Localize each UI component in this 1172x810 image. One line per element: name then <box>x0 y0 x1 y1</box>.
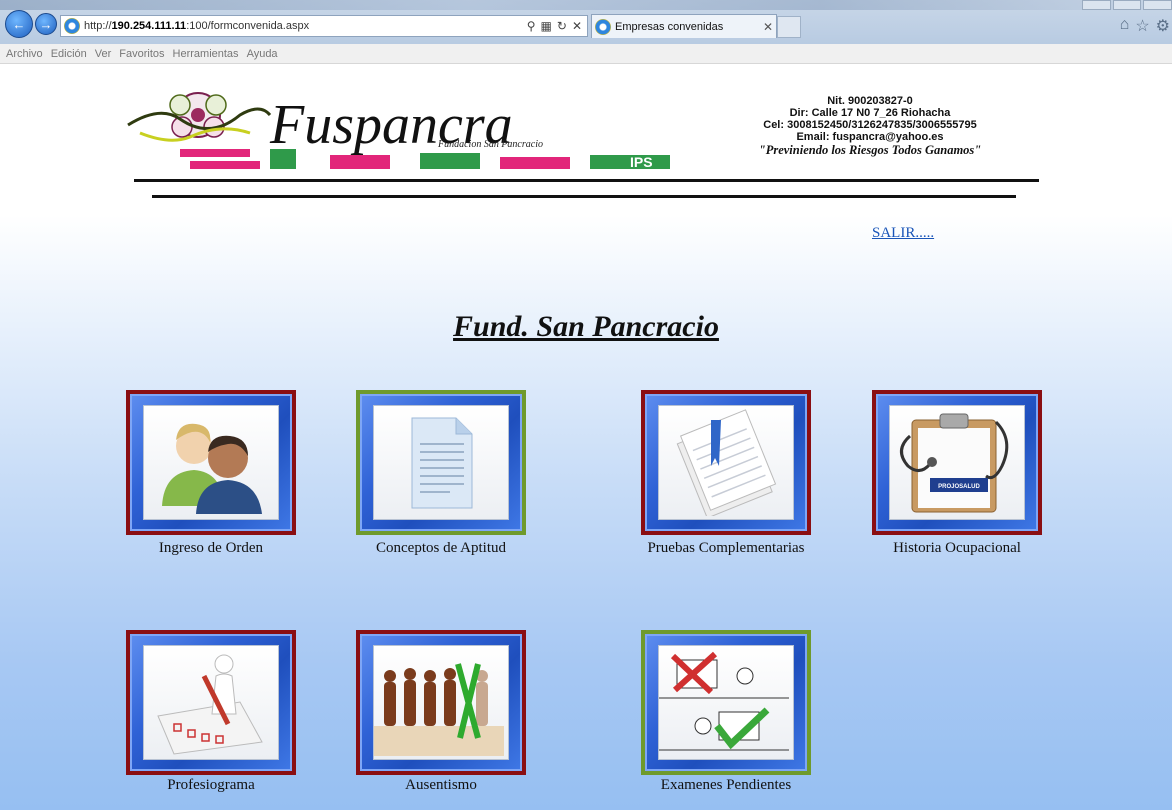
toolbar-right-icons: ⌂ ☆ ⚙ <box>1120 16 1170 36</box>
rosette-emblem <box>127 92 272 142</box>
url-host: 190.254.111.11 <box>111 20 187 32</box>
tab-label: Empresas convenidas <box>615 20 724 33</box>
motto-text: "Previniendo los Riesgos Todos Ganamos" <box>758 143 982 157</box>
tile-historia-ocupacional[interactable]: PROJOSALUD <box>872 390 1042 535</box>
tile-ingreso-de-orden[interactable] <box>126 390 296 535</box>
notes-icon <box>676 409 777 516</box>
address-tools: ⚲ ▦ ↻ ✕ <box>527 19 587 33</box>
close-window-button[interactable] <box>1143 0 1172 10</box>
gear-icon[interactable]: ⚙ <box>1156 16 1170 36</box>
checklist-person-icon <box>157 654 263 755</box>
tile-label-examenes-pendientes[interactable]: Examenes Pendientes <box>606 777 846 794</box>
url-prefix: http:// <box>84 20 112 32</box>
stop-icon[interactable]: ✕ <box>572 19 582 33</box>
tile-label-conceptos-de-aptitud[interactable]: Conceptos de Aptitud <box>321 540 561 557</box>
company-info: Nit. 900203827-0 Dir: Calle 17 N0 7_26 R… <box>720 95 1020 156</box>
page-title: Fund. San Pancracio <box>453 310 719 343</box>
new-tab-button[interactable] <box>777 16 801 38</box>
tile-conceptos-de-aptitud[interactable] <box>356 390 526 535</box>
url-text[interactable]: http://190.254.111.11:100/formconvenida.… <box>84 20 527 32</box>
logout-link[interactable]: SALIR..... <box>872 225 934 242</box>
tab-empresas-convenidas[interactable]: Empresas convenidas ✕ <box>591 14 777 38</box>
menu-favoritos[interactable]: Favoritos <box>119 48 164 60</box>
browser-toolbar: ← → http://190.254.111.11:100/formconven… <box>0 0 1172 44</box>
logo-ips: IPS <box>630 154 653 170</box>
window-controls <box>1082 0 1172 10</box>
menu-bar: Archivo Edición Ver Favoritos Herramient… <box>0 44 1172 64</box>
address-text: Dir: Calle 17 N0 7_26 Riohacha <box>789 107 951 119</box>
tile-profesiograma[interactable] <box>126 630 296 775</box>
menu-archivo[interactable]: Archivo <box>6 48 43 60</box>
menu-edicion[interactable]: Edición <box>51 48 87 60</box>
forward-button[interactable]: → <box>35 13 57 35</box>
absent-people-icon <box>374 663 504 756</box>
ie-page-icon <box>64 18 80 34</box>
tile-examenes-pendientes[interactable] <box>641 630 811 775</box>
compat-view-icon[interactable]: ▦ <box>541 19 552 33</box>
phones-text: Cel: 3008152450/3126247835/3006555795 <box>763 119 977 131</box>
tile-label-historia-ocupacional[interactable]: Historia Ocupacional <box>837 540 1077 557</box>
tile-label-ingreso-de-orden[interactable]: Ingreso de Orden <box>91 540 331 557</box>
arrow-left-icon: ← <box>12 16 26 32</box>
document-icon <box>411 417 473 509</box>
tile-label-ausentismo[interactable]: Ausentismo <box>321 777 561 794</box>
logo-subtitle: Fundacion San Pancracio <box>437 139 543 150</box>
header-divider-1 <box>134 179 1039 182</box>
menu-ayuda[interactable]: Ayuda <box>247 48 278 60</box>
search-icon[interactable]: ⚲ <box>527 19 536 33</box>
tile-pruebas-complementarias[interactable] <box>641 390 811 535</box>
email-text: Email: fuspancra@yahoo.es <box>796 131 944 143</box>
arrow-right-icon: → <box>39 16 53 32</box>
page-content: Fuspancra Fundacion San Pancracio IPS Ni… <box>0 65 1172 810</box>
home-icon[interactable]: ⌂ <box>1120 16 1130 36</box>
tile-label-pruebas-complementarias[interactable]: Pruebas Complementarias <box>606 540 846 557</box>
pending-exams-icon <box>659 651 789 751</box>
tile-label-profesiograma[interactable]: Profesiograma <box>91 777 331 794</box>
tile-ausentismo[interactable] <box>356 630 526 775</box>
minimize-button[interactable] <box>1082 0 1111 10</box>
fuspancra-logo: Fuspancra Fundacion San Pancracio IPS <box>127 92 670 170</box>
tab-close-icon[interactable]: ✕ <box>760 20 776 34</box>
back-button[interactable]: ← <box>5 10 33 38</box>
address-bar[interactable]: http://190.254.111.11:100/formconvenida.… <box>60 15 588 37</box>
favorites-star-icon[interactable]: ☆ <box>1135 16 1149 36</box>
header-divider-2 <box>152 195 1016 198</box>
tab-ie-icon <box>595 18 611 35</box>
menu-ver[interactable]: Ver <box>95 48 112 60</box>
refresh-icon[interactable]: ↻ <box>557 19 567 33</box>
clipboard-badge-text: PROJOSALUD <box>938 484 980 490</box>
url-path: :100/formconvenida.aspx <box>186 20 310 32</box>
menu-herramientas[interactable]: Herramientas <box>173 48 239 60</box>
maximize-button[interactable] <box>1112 0 1142 10</box>
clipboard-stethoscope-icon: PROJOSALUD <box>900 413 1009 513</box>
nit-text: Nit. 900203827-0 <box>827 95 913 107</box>
users-icon <box>162 423 262 514</box>
